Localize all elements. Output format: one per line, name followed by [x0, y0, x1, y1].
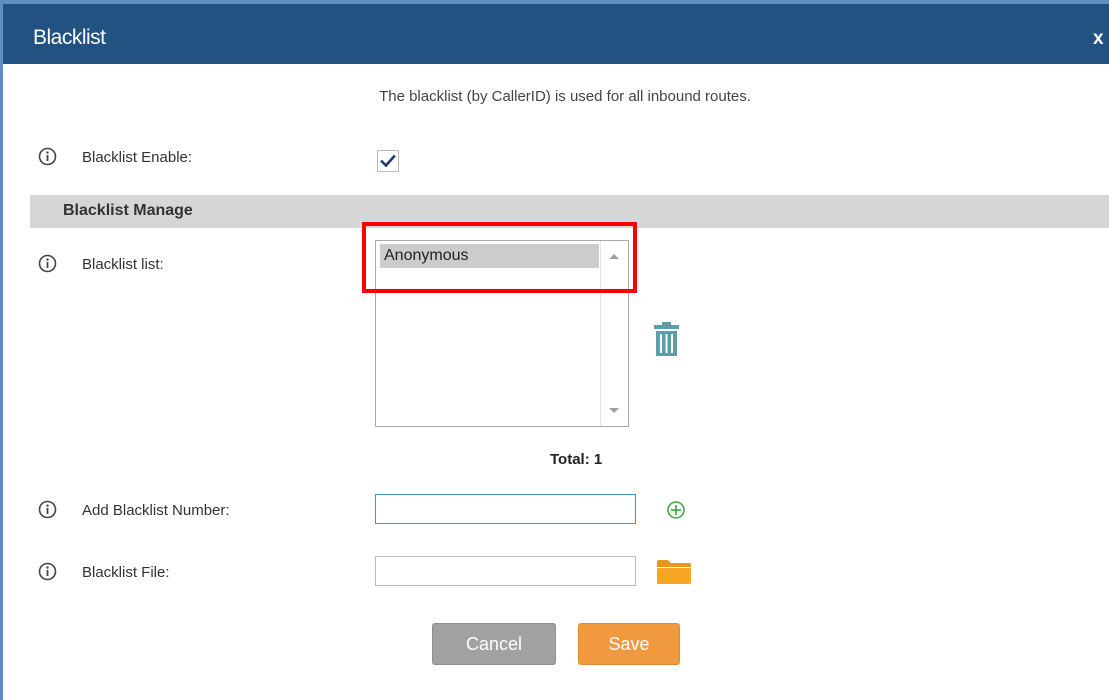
close-button[interactable]: x	[1093, 4, 1104, 74]
plus-circle-icon[interactable]	[666, 500, 686, 520]
dialog-left-border	[0, 0, 3, 700]
save-button[interactable]: Save	[578, 623, 680, 665]
dialog-titlebar: Blacklist x	[3, 4, 1109, 64]
folder-icon[interactable]	[656, 559, 692, 585]
scroll-down-arrow-icon[interactable]	[609, 408, 619, 413]
trash-icon[interactable]	[653, 322, 680, 356]
info-icon[interactable]	[38, 254, 57, 273]
blacklist-file-input[interactable]	[375, 556, 636, 586]
cancel-button[interactable]: Cancel	[432, 623, 556, 665]
blacklist-file-label: Blacklist File:	[82, 564, 170, 581]
add-blacklist-number-label: Add Blacklist Number:	[82, 502, 230, 519]
blacklist-enable-label: Blacklist Enable:	[82, 149, 193, 166]
total-count: Total: 1	[550, 451, 603, 468]
info-icon[interactable]	[38, 500, 57, 519]
info-icon[interactable]	[38, 147, 57, 166]
highlight-box	[362, 222, 637, 293]
dialog-title: Blacklist	[33, 26, 106, 49]
info-icon[interactable]	[38, 562, 57, 581]
blacklist-list-label: Blacklist list:	[82, 256, 164, 273]
dialog-description: The blacklist (by CallerID) is used for …	[379, 88, 751, 105]
blacklist-enable-checkbox[interactable]	[377, 150, 399, 172]
section-title: Blacklist Manage	[63, 202, 193, 219]
checkmark-icon	[380, 154, 396, 168]
add-blacklist-number-input[interactable]	[375, 494, 636, 524]
